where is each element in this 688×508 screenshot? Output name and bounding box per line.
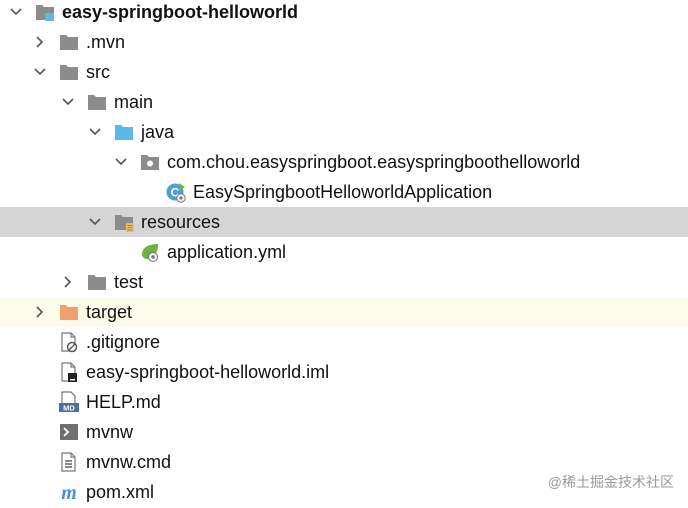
tree-item-label: pom.xml <box>86 482 155 502</box>
tree-item-iml[interactable]: easy-springboot-helloworld.iml <box>0 357 688 387</box>
excluded-folder-icon <box>58 301 80 323</box>
project-tree: easy-springboot-helloworld .mvn src main <box>0 0 688 508</box>
tree-item-label: .gitignore <box>86 332 161 352</box>
svg-text:m: m <box>61 482 77 504</box>
folder-icon <box>86 91 108 113</box>
tree-item-label: HELP.md <box>86 392 161 412</box>
chevron-down-icon[interactable] <box>32 64 48 80</box>
tree-item-package[interactable]: com.chou.easyspringboot.easyspringboothe… <box>0 147 688 177</box>
tree-item-label: target <box>86 302 133 322</box>
tree-item-label: application.yml <box>167 242 287 262</box>
watermark: @稀土掘金技术社区 <box>547 474 674 490</box>
tree-item-mvn[interactable]: .mvn <box>0 27 688 57</box>
chevron-down-icon[interactable] <box>8 4 24 20</box>
tree-item-label: easy-springboot-helloworld <box>62 2 299 22</box>
spring-yml-icon <box>139 241 161 263</box>
maven-icon: m <box>58 481 80 504</box>
tree-item-resources[interactable]: resources <box>0 207 688 237</box>
chevron-right-icon[interactable] <box>32 34 48 50</box>
chevron-down-icon[interactable] <box>87 214 103 230</box>
tree-item-label: mvnw.cmd <box>86 452 172 472</box>
tree-item-application-yml[interactable]: application.yml <box>0 237 688 267</box>
module-folder-icon <box>34 1 56 23</box>
tree-item-src[interactable]: src <box>0 57 688 87</box>
tree-item-label: EasySpringbootHelloworldApplication <box>193 182 493 202</box>
markdown-file-icon: MD <box>58 391 80 413</box>
resources-folder-icon <box>113 211 135 233</box>
folder-icon <box>86 271 108 293</box>
folder-icon <box>58 31 80 53</box>
spring-boot-class-icon: C <box>165 181 187 203</box>
text-file-icon <box>58 451 80 473</box>
chevron-down-icon[interactable] <box>60 94 76 110</box>
ignored-file-icon <box>58 331 80 353</box>
folder-icon <box>58 61 80 83</box>
svg-text:MD: MD <box>63 403 75 412</box>
tree-item-label: test <box>114 272 144 292</box>
tree-item-label: resources <box>141 212 221 232</box>
tree-item-label: src <box>86 62 110 82</box>
chevron-down-icon[interactable] <box>113 154 129 170</box>
tree-item-label: main <box>114 92 154 112</box>
tree-item-label: easy-springboot-helloworld.iml <box>86 362 330 382</box>
chevron-down-icon[interactable] <box>87 124 103 140</box>
tree-item-app-class[interactable]: C EasySpringbootHelloworldApplication <box>0 177 688 207</box>
source-folder-icon <box>113 121 135 143</box>
package-icon <box>139 151 161 173</box>
iml-file-icon <box>58 361 80 383</box>
tree-item-root[interactable]: easy-springboot-helloworld <box>0 0 688 27</box>
chevron-right-icon[interactable] <box>32 304 48 320</box>
tree-item-label: mvnw <box>86 422 134 442</box>
chevron-right-icon[interactable] <box>60 274 76 290</box>
tree-item-help-md[interactable]: MD HELP.md <box>0 387 688 417</box>
tree-item-target[interactable]: target <box>0 297 688 327</box>
shell-script-icon <box>58 421 80 443</box>
tree-item-label: .mvn <box>86 32 126 52</box>
tree-item-mvnw[interactable]: mvnw <box>0 417 688 447</box>
tree-item-main[interactable]: main <box>0 87 688 117</box>
tree-item-label: java <box>141 122 175 142</box>
tree-item-test[interactable]: test <box>0 267 688 297</box>
tree-item-java[interactable]: java <box>0 117 688 147</box>
tree-item-gitignore[interactable]: .gitignore <box>0 327 688 357</box>
tree-item-label: com.chou.easyspringboot.easyspringboothe… <box>167 152 581 172</box>
